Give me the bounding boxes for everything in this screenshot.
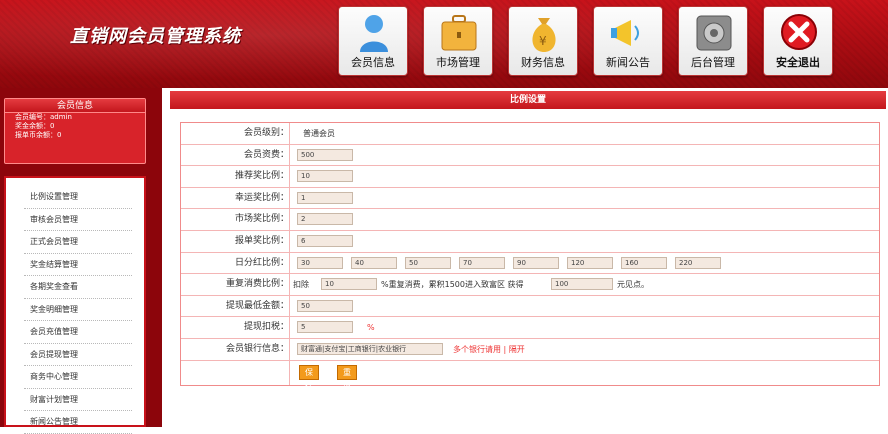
- form-row-withdraw-tax: 提现扣税： 5 %: [181, 317, 879, 339]
- dividend-input[interactable]: 50: [405, 256, 451, 269]
- repeat-points-input[interactable]: 100: [551, 278, 613, 291]
- bank-info-note: 多个银行请用 | 隔开: [453, 344, 525, 354]
- field-label: 重复消费比例：: [225, 279, 289, 290]
- nav-finance-button[interactable]: ¥ 财务信息: [508, 6, 578, 76]
- menu-item-ratio-settings[interactable]: 比例设置管理: [24, 186, 132, 209]
- member-id-row: 会员编号：admin: [15, 113, 72, 121]
- briefcase-icon: [441, 15, 477, 51]
- member-cash-row: 奖金余额：0: [15, 122, 55, 130]
- nav-logout-button[interactable]: 安全退出: [763, 6, 833, 76]
- safe-icon: [696, 15, 732, 51]
- field-label: 报单奖比例：: [234, 235, 289, 246]
- field-label: 会员银行信息：: [225, 343, 289, 354]
- form-row-recommend: 推荐奖比例： 10: [181, 166, 879, 188]
- person-icon: [360, 15, 388, 52]
- recommend-ratio-input[interactable]: 10: [297, 170, 353, 183]
- menu-item-review-members[interactable]: 审核会员管理: [24, 209, 132, 231]
- form-row-buttons: 保存 重填: [181, 360, 879, 390]
- nav-market-button[interactable]: 市场管理: [423, 6, 493, 76]
- dividend-input[interactable]: 90: [513, 256, 559, 269]
- member-info-header: 会员信息: [5, 99, 145, 113]
- menu-item-official-members[interactable]: 正式会员管理: [24, 231, 132, 254]
- form-row-market: 市场奖比例： 2: [181, 209, 879, 231]
- form-row-min-withdraw: 提现最低金额： 50: [181, 295, 879, 318]
- nav-label: 市场管理: [436, 56, 480, 69]
- menu-item-business-center[interactable]: 商务中心管理: [24, 366, 132, 389]
- form-row-dividend: 日分红比例： 30 40 50 70 90 120 160 220: [181, 252, 879, 275]
- section-header: 比例设置: [170, 91, 886, 109]
- nav-label: 财务信息: [521, 56, 565, 69]
- dividend-input[interactable]: 40: [351, 256, 397, 269]
- close-icon: [781, 14, 817, 50]
- nav-label: 会员信息: [351, 56, 395, 69]
- member-report-row: 报单币余额：0: [15, 131, 62, 139]
- svg-text:¥: ¥: [539, 34, 547, 48]
- lucky-ratio-input[interactable]: 1: [297, 191, 353, 204]
- dividend-input[interactable]: 160: [621, 256, 667, 269]
- ratio-settings-form: 会员级别： 普通会员 会员资费： 500 推荐奖比例： 10 幸运奖比例： 1 …: [180, 122, 880, 390]
- form-row-lucky: 幸运奖比例： 1: [181, 187, 879, 210]
- field-label: 会员资费：: [243, 149, 289, 160]
- nav-admin-button[interactable]: 后台管理: [678, 6, 748, 76]
- field-label: 提现最低金额：: [225, 300, 289, 311]
- report-ratio-input[interactable]: 6: [297, 234, 353, 247]
- save-button[interactable]: 保存: [299, 364, 319, 390]
- field-label: 会员级别：: [243, 128, 289, 138]
- dividend-input[interactable]: 30: [297, 256, 343, 269]
- admin-menu: 比例设置管理 审核会员管理 正式会员管理 奖金结算管理 各期奖金查看 奖金明细管…: [4, 176, 146, 434]
- repeat-prefix: 扣除: [293, 280, 309, 290]
- top-header: 直销网会员管理系统 会员信息 市场管理 ¥ 财务信息 新闻公告 后台管理 安全退…: [0, 0, 888, 88]
- menu-item-period-bonus[interactable]: 各期奖金查看: [24, 276, 132, 299]
- repeat-text: %重复消费，累积1500进入致富区 获得: [381, 280, 524, 290]
- form-row-repeat: 重复消费比例： 扣除 10 %重复消费，累积1500进入致富区 获得 100 元…: [181, 274, 879, 296]
- form-row-level: 会员级别： 普通会员: [181, 123, 879, 145]
- left-sidebar: 会员信息 会员编号：admin 奖金余额：0 报单币余额：0 比例设置管理 审核…: [0, 88, 162, 434]
- field-label: 推荐奖比例：: [234, 171, 289, 182]
- menu-item-bonus-detail[interactable]: 奖金明细管理: [24, 299, 132, 321]
- menu-item-bonus-settlement[interactable]: 奖金结算管理: [24, 254, 132, 276]
- repeat-ratio-input[interactable]: 10: [321, 278, 377, 291]
- nav-label: 后台管理: [691, 56, 735, 69]
- field-label: 日分红比例：: [234, 257, 289, 268]
- min-withdraw-input[interactable]: 50: [297, 299, 353, 312]
- field-label: 提现扣税：: [243, 322, 289, 333]
- member-info-box: 会员信息 会员编号：admin 奖金余额：0 报单币余额：0: [4, 98, 146, 164]
- field-label: 市场奖比例：: [234, 214, 289, 225]
- form-row-fee: 会员资费： 500: [181, 144, 879, 167]
- form-row-bank: 会员银行信息： 财富通|支付宝|工商银行|农业银行 多个银行请用 | 隔开: [181, 338, 879, 361]
- form-row-report: 报单奖比例： 6: [181, 230, 879, 253]
- menu-item-wealth-plan[interactable]: 财富计划管理: [24, 389, 132, 411]
- nav-label: 安全退出: [776, 56, 820, 69]
- nav-member-info-button[interactable]: 会员信息: [338, 6, 408, 76]
- field-label: 幸运奖比例：: [234, 192, 289, 203]
- app-title: 直销网会员管理系统: [70, 26, 241, 47]
- nav-label: 新闻公告: [606, 56, 650, 69]
- nav-news-button[interactable]: 新闻公告: [593, 6, 663, 76]
- dividend-input[interactable]: 120: [567, 256, 613, 269]
- fee-input[interactable]: 500: [297, 148, 353, 161]
- market-ratio-input[interactable]: 2: [297, 213, 353, 226]
- menu-item-news[interactable]: 新闻公告管理: [24, 411, 132, 434]
- member-level-value: 普通会员: [303, 129, 335, 138]
- withdraw-tax-unit: %: [367, 323, 375, 333]
- repeat-suffix: 元见点。: [617, 280, 649, 290]
- dividend-input[interactable]: 70: [459, 256, 505, 269]
- menu-item-withdraw[interactable]: 会员提现管理: [24, 344, 132, 366]
- megaphone-icon: [611, 20, 639, 46]
- dividend-input[interactable]: 220: [675, 256, 721, 269]
- bank-info-input[interactable]: 财富通|支付宝|工商银行|农业银行: [297, 342, 443, 355]
- menu-item-recharge[interactable]: 会员充值管理: [24, 321, 132, 344]
- reset-button[interactable]: 重填: [337, 364, 357, 390]
- withdraw-tax-input[interactable]: 5: [297, 321, 353, 334]
- money-bag-icon: ¥: [532, 18, 556, 52]
